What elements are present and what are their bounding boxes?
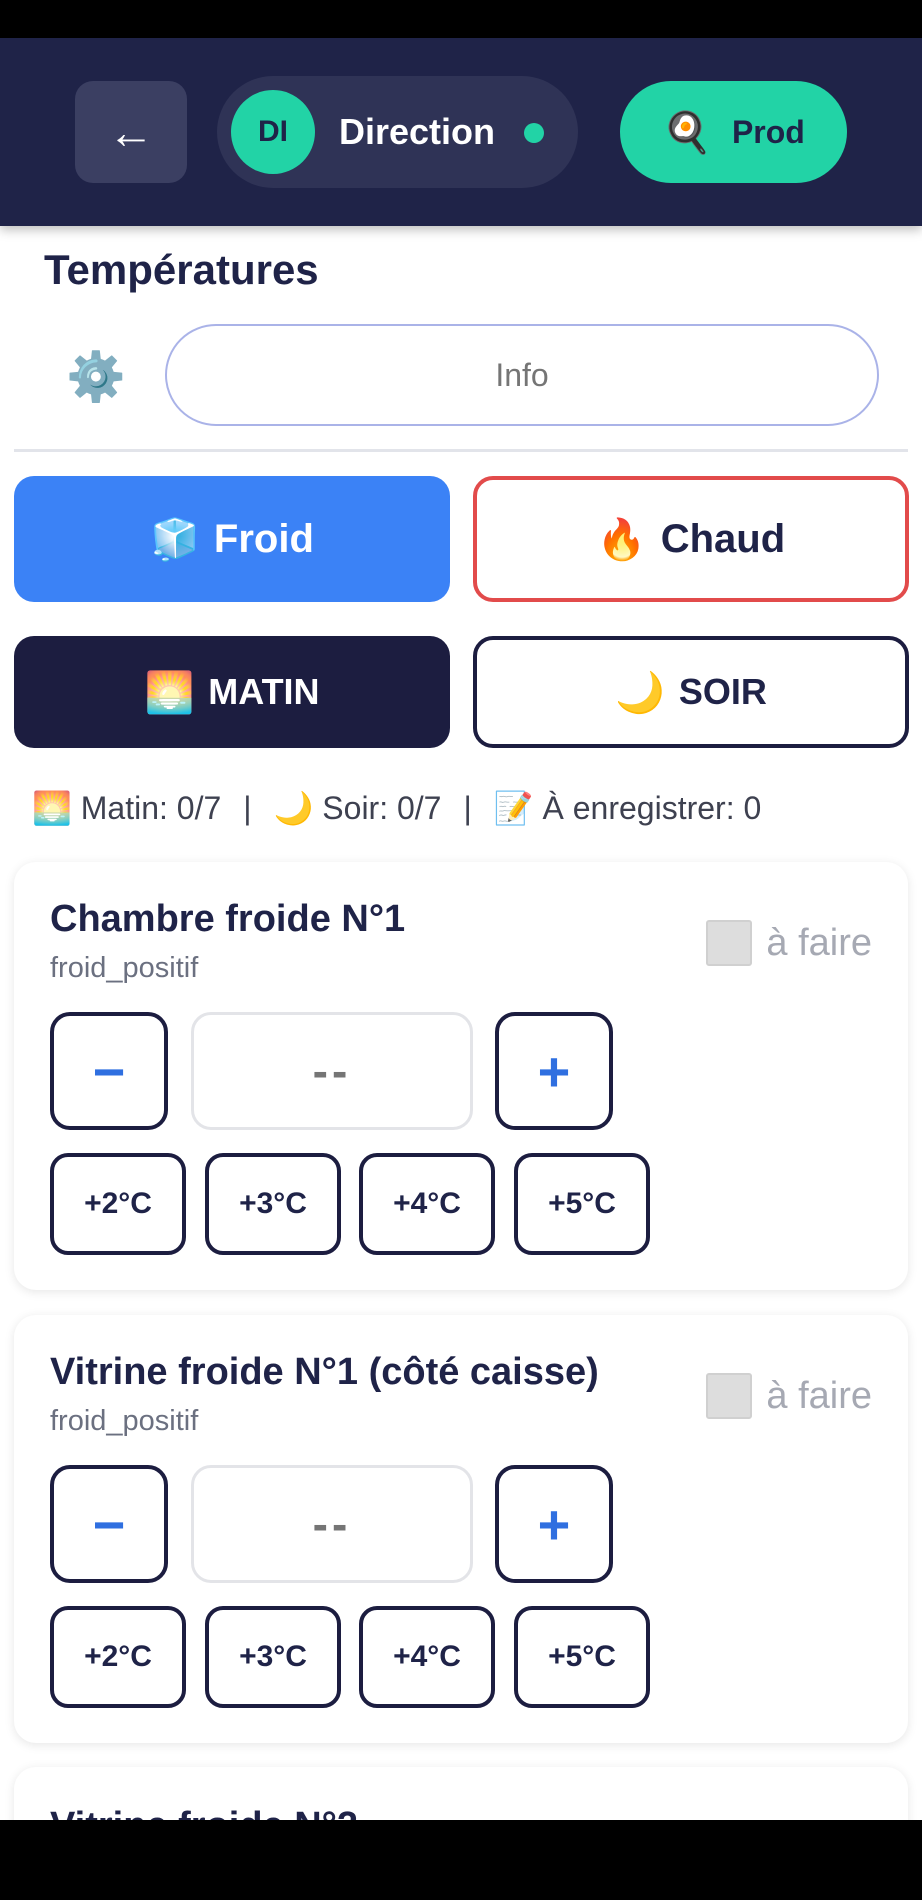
minus-icon: − bbox=[92, 1492, 126, 1556]
preset-button[interactable]: +4°C bbox=[359, 1153, 495, 1255]
soir-button[interactable]: 🌙 SOIR bbox=[473, 636, 909, 748]
to-save-count: 📝 À enregistrer: 0 bbox=[493, 790, 762, 826]
preset-button[interactable]: +2°C bbox=[50, 1153, 186, 1255]
card-type: froid_positif bbox=[50, 1405, 199, 1437]
equipment-card: Vitrine froide N°1 (côté caisse) froid_p… bbox=[14, 1315, 908, 1743]
back-button[interactable]: ← bbox=[75, 81, 187, 183]
todo-label: à faire bbox=[766, 921, 872, 964]
prod-button[interactable]: 🍳 Prod bbox=[620, 81, 847, 183]
chaud-button[interactable]: 🔥 Chaud bbox=[473, 476, 909, 602]
page-title: Températures bbox=[44, 246, 319, 293]
todo-toggle[interactable]: à faire bbox=[706, 1373, 872, 1419]
minus-icon: − bbox=[92, 1039, 126, 1103]
preset-button[interactable]: +2°C bbox=[50, 1606, 186, 1708]
progress-summary: 🌅 Matin: 0/7 | 🌙 Soir: 0/7 | 📝 À enregis… bbox=[32, 782, 902, 834]
plus-icon: + bbox=[537, 1492, 571, 1556]
prod-label: Prod bbox=[731, 113, 805, 150]
todo-checkbox[interactable] bbox=[706, 1373, 753, 1419]
temperature-input[interactable] bbox=[191, 1465, 473, 1583]
matin-button[interactable]: 🌅 MATIN bbox=[14, 636, 450, 748]
equipment-card: Chambre froide N°1 froid_positif à faire… bbox=[14, 862, 908, 1290]
separator: | bbox=[243, 789, 252, 826]
soir-count: 🌙 Soir: 0/7 bbox=[273, 790, 442, 826]
preset-button[interactable]: +3°C bbox=[205, 1153, 341, 1255]
online-status-dot bbox=[524, 123, 544, 143]
frying-pan-icon: 🍳 bbox=[662, 110, 712, 155]
froid-label: Froid bbox=[213, 516, 314, 561]
decrement-button[interactable]: − bbox=[50, 1465, 168, 1583]
bottom-bar bbox=[0, 1820, 922, 1900]
card-type: froid_positif bbox=[50, 952, 199, 984]
fire-icon: 🔥 bbox=[596, 517, 647, 562]
divider bbox=[14, 449, 908, 452]
temperature-input[interactable] bbox=[191, 1012, 473, 1130]
todo-checkbox[interactable] bbox=[706, 920, 753, 966]
app-header: ← DI Direction 🍳 Prod bbox=[0, 38, 922, 226]
preset-button[interactable]: +3°C bbox=[205, 1606, 341, 1708]
gear-icon[interactable]: ⚙️ bbox=[66, 352, 126, 404]
user-pill[interactable]: DI Direction bbox=[217, 76, 578, 188]
todo-toggle[interactable]: à faire bbox=[706, 920, 872, 966]
decrement-button[interactable]: − bbox=[50, 1012, 168, 1130]
main-content: Températures ⚙️ 🧊 Froid 🔥 Chaud 🌅 MATIN … bbox=[0, 226, 922, 1820]
preset-button[interactable]: +5°C bbox=[514, 1606, 650, 1708]
soir-label: SOIR bbox=[678, 671, 767, 712]
arrow-left-icon: ← bbox=[108, 106, 154, 158]
preset-button[interactable]: +5°C bbox=[514, 1153, 650, 1255]
ice-cube-icon: 🧊 bbox=[150, 517, 200, 562]
chaud-label: Chaud bbox=[660, 516, 786, 561]
matin-label: MATIN bbox=[208, 671, 320, 712]
status-bar bbox=[0, 0, 922, 38]
preset-button[interactable]: +4°C bbox=[359, 1606, 495, 1708]
plus-icon: + bbox=[537, 1039, 571, 1103]
sunrise-icon: 🌅 bbox=[144, 670, 195, 715]
card-title: Vitrine froide N°1 (côté caisse) bbox=[50, 1351, 599, 1393]
increment-button[interactable]: + bbox=[495, 1465, 613, 1583]
moon-icon: 🌙 bbox=[615, 670, 665, 715]
equipment-card: Vitrine froide N°2 bbox=[14, 1767, 908, 1820]
user-name: Direction bbox=[339, 111, 496, 152]
todo-label: à faire bbox=[766, 1374, 872, 1417]
card-title: Chambre froide N°1 bbox=[50, 898, 406, 940]
separator: | bbox=[463, 789, 472, 826]
froid-button[interactable]: 🧊 Froid bbox=[14, 476, 450, 602]
increment-button[interactable]: + bbox=[495, 1012, 613, 1130]
card-title: Vitrine froide N°2 bbox=[50, 1805, 358, 1820]
matin-count: 🌅 Matin: 0/7 bbox=[32, 790, 222, 826]
avatar: DI bbox=[231, 90, 315, 174]
info-input[interactable] bbox=[165, 324, 879, 426]
